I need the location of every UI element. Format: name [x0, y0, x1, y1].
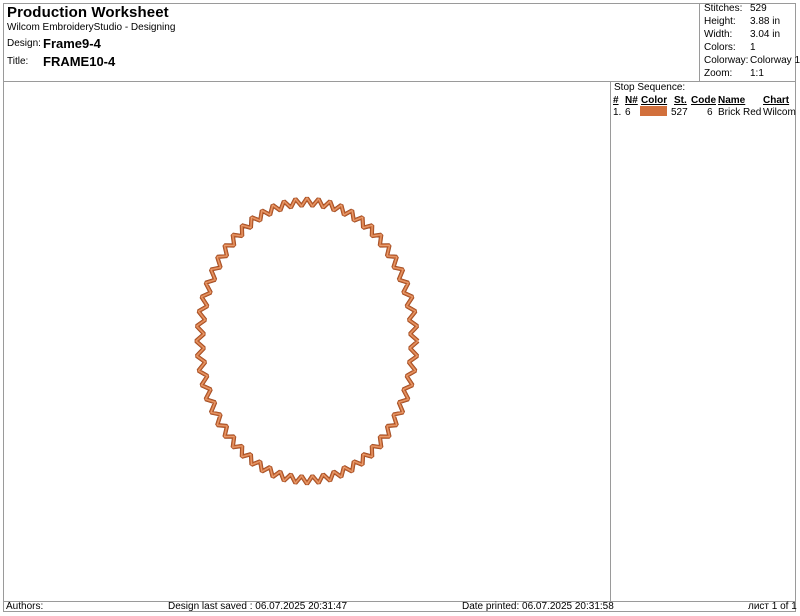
page-title: Production Worksheet: [7, 4, 169, 21]
design-label: Design:: [7, 38, 41, 49]
info-key: Width:: [704, 29, 733, 40]
title-label: Title:: [7, 56, 29, 67]
info-value: Colorway 1: [750, 55, 800, 66]
info-key: Colors:: [704, 42, 736, 53]
row-stitches: 527: [671, 107, 688, 118]
frame-stitch-shadow: [194, 196, 420, 486]
frame-stitch-thread: [195, 197, 419, 485]
info-key: Colorway:: [704, 55, 749, 66]
col-header-name: Name: [718, 95, 746, 106]
row-needle: 6: [625, 107, 631, 118]
footer-date-printed: Date printed: 06.07.2025 20:31:58: [462, 601, 614, 612]
row-thread-name: Brick Red: [718, 107, 762, 118]
info-value: 529: [750, 3, 767, 14]
worksheet-header: Production Worksheet Wilcom EmbroiderySt…: [3, 3, 800, 82]
stop-sequence-title: Stop Sequence:: [614, 82, 686, 93]
col-header-chart: Chart: [763, 95, 790, 106]
info-value: 3.88 in: [750, 16, 781, 27]
col-header-code: Code: [691, 95, 716, 106]
footer-authors: Authors:: [6, 601, 44, 612]
col-header-color: Color: [641, 95, 668, 106]
design-info-panel: Stitches: 529 Height: 3.88 in Width: 3.0…: [699, 3, 800, 81]
col-header-stitches: St.: [674, 95, 687, 106]
stop-sequence-panel: Stop Sequence: # N# Color St. Code Name …: [610, 82, 796, 601]
color-swatch: [640, 106, 667, 116]
info-key: Height:: [704, 16, 736, 27]
row-num: 1.: [613, 107, 622, 118]
col-header-num: #: [613, 95, 619, 106]
footer-page-number: лист 1 of 1: [748, 601, 797, 612]
worksheet-footer: Authors: Design last saved : 06.07.2025 …: [3, 601, 797, 612]
info-value: 1: [750, 42, 756, 53]
info-key: Zoom:: [704, 68, 733, 79]
design-preview: [3, 82, 610, 601]
col-header-needle: N#: [625, 95, 638, 106]
footer-last-saved: Design last saved : 06.07.2025 20:31:47: [168, 601, 348, 612]
info-value: 3.04 in: [750, 29, 781, 40]
row-code: 6: [707, 107, 713, 118]
design-name: Frame9-4: [43, 36, 101, 51]
frame-stitch-highlight: [195, 197, 419, 485]
info-key: Stitches:: [704, 3, 743, 14]
info-value: 1:1: [750, 68, 764, 79]
embroidery-frame-design: [194, 196, 420, 486]
design-title: FRAME10-4: [43, 54, 116, 69]
app-subtitle: Wilcom EmbroideryStudio - Designing: [7, 22, 176, 33]
row-chart: Wilcom: [763, 107, 796, 118]
